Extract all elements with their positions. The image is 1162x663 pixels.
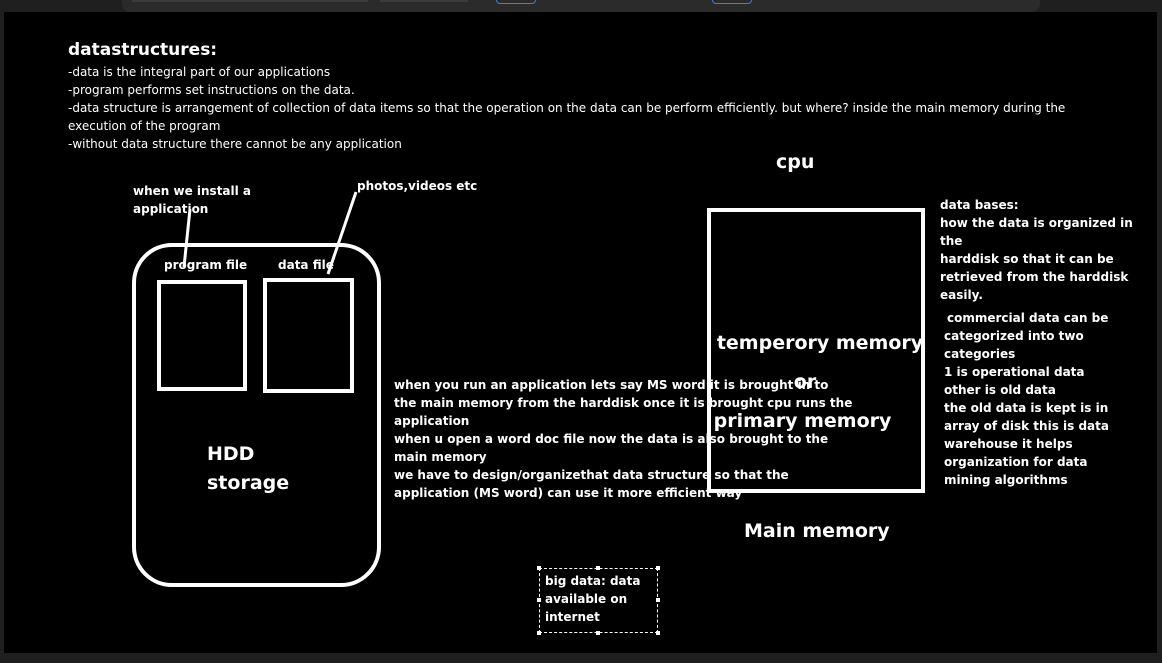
toolbar-button[interactable] <box>496 0 536 4</box>
hdd-label-line: HDD <box>207 443 255 465</box>
resize-handle[interactable] <box>656 631 660 635</box>
install-note-line: application <box>133 202 209 216</box>
databases-line: how the data is organized in the <box>940 216 1133 248</box>
install-note: when we install a application <box>133 182 251 218</box>
memory-label-line: primary memory <box>713 410 892 432</box>
databases-line: harddisk so that it can be <box>940 252 1114 266</box>
big-data-line: internet <box>545 610 600 624</box>
main-memory-caption: Main memory <box>744 520 890 542</box>
databases-note: data bases: how the data is organized in… <box>940 196 1150 304</box>
resize-handle[interactable] <box>537 566 541 570</box>
cpu-label: cpu <box>776 151 815 173</box>
commercial-note: commercial data can be categorized into … <box>944 309 1149 489</box>
resize-handle[interactable] <box>656 566 660 570</box>
notes-line: -program performs set instructions on th… <box>68 83 355 97</box>
notes-list: -data is the integral part of our applic… <box>68 63 1148 153</box>
program-file-label: program file <box>164 258 248 272</box>
commercial-line: organization for data <box>944 455 1088 469</box>
commercial-line: warehouse it helps <box>944 437 1073 451</box>
data-file-label: data file <box>278 258 334 272</box>
memory-label-line: temperory memory <box>716 332 924 354</box>
hdd-label-line: storage <box>207 472 290 494</box>
resize-handle[interactable] <box>596 566 600 570</box>
big-data-line: big data: data <box>545 574 641 588</box>
commercial-line: mining algorithms <box>944 473 1068 487</box>
install-note-line: when we install a <box>133 184 252 198</box>
toolbar-field[interactable] <box>132 0 368 2</box>
hdd-label: HDD storage <box>207 440 289 498</box>
data-file-box <box>263 278 354 393</box>
commercial-line: commercial data can be <box>947 311 1109 325</box>
toolbar-button[interactable] <box>712 0 752 4</box>
notes-line: -data is the integral part of our applic… <box>68 65 331 79</box>
big-data-line: available on <box>545 592 628 606</box>
program-file-box <box>157 280 247 391</box>
notes-line: -data structure is arrangement of collec… <box>68 101 1066 115</box>
whiteboard-canvas[interactable]: datastructures: -data is the integral pa… <box>4 12 1157 653</box>
resize-handle[interactable] <box>537 631 541 635</box>
resize-handle[interactable] <box>596 631 600 635</box>
commercial-line: categorized into two <box>944 329 1084 343</box>
resize-handle[interactable] <box>537 598 541 602</box>
notes-heading: datastructures: <box>68 40 218 60</box>
media-note: photos,videos etc <box>357 179 478 193</box>
resize-handle[interactable] <box>656 598 660 602</box>
databases-line: easily. <box>940 288 983 302</box>
commercial-line: 1 is operational data <box>944 365 1085 379</box>
memory-labels: temperory memory or primary memory <box>707 324 933 441</box>
databases-line: retrieved from the harddisk <box>940 270 1129 284</box>
top-toolbar <box>122 0 1040 12</box>
memory-label-line: or <box>793 371 817 393</box>
commercial-line: the old data is kept is in <box>944 401 1109 415</box>
toolbar-field[interactable] <box>380 0 468 2</box>
big-data-textbox[interactable]: big data: data available on internet <box>539 568 658 633</box>
notes-line: -without data structure there cannot be … <box>68 137 402 151</box>
commercial-line: array of disk this is data <box>944 419 1109 433</box>
notes-line: execution of the program <box>68 119 221 133</box>
commercial-line: other is old data <box>944 383 1056 397</box>
databases-line: data bases: <box>940 198 1019 212</box>
commercial-line: categories <box>944 347 1016 361</box>
